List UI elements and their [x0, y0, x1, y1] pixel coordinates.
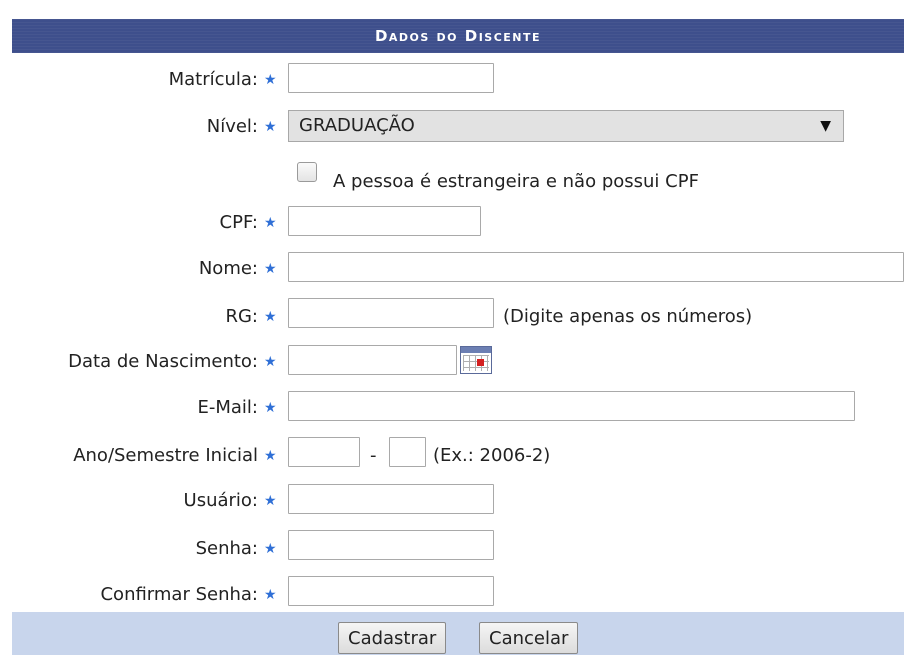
senha-input[interactable] [288, 530, 494, 560]
required-star-icon: ★ [264, 587, 277, 603]
required-star-icon: ★ [264, 261, 277, 277]
nivel-label: Nível: [206, 116, 258, 137]
semestre-input[interactable] [389, 437, 426, 467]
rg-label: RG: [225, 306, 258, 327]
required-star-icon: ★ [264, 215, 277, 231]
nivel-select[interactable]: GRADUAÇÃO ▼ [288, 110, 844, 142]
cadastrar-button[interactable]: Cadastrar [338, 622, 447, 654]
nome-input[interactable] [288, 252, 904, 282]
email-input[interactable] [288, 391, 855, 421]
calendar-icon[interactable] [460, 346, 492, 374]
estrangeiro-checkbox[interactable] [297, 162, 317, 182]
chevron-down-icon: ▼ [820, 118, 831, 134]
matricula-input[interactable] [288, 63, 494, 93]
usuario-input[interactable] [288, 484, 494, 514]
usuario-label: Usuário: [183, 490, 258, 511]
required-star-icon: ★ [264, 493, 277, 509]
rg-hint: (Digite apenas os números) [503, 306, 753, 327]
required-star-icon: ★ [264, 309, 277, 325]
cancelar-button[interactable]: Cancelar [479, 622, 579, 654]
cpf-input[interactable] [288, 206, 481, 236]
confirmar-senha-label: Confirmar Senha: [100, 584, 258, 605]
required-star-icon: ★ [264, 541, 277, 557]
senha-label: Senha: [195, 538, 258, 559]
nascimento-input[interactable] [288, 345, 457, 375]
form-footer [12, 612, 904, 655]
required-star-icon: ★ [264, 354, 277, 370]
required-star-icon: ★ [264, 448, 277, 464]
nivel-selected-value: GRADUAÇÃO [299, 115, 415, 136]
rg-input[interactable] [288, 298, 494, 328]
nascimento-label: Data de Nascimento: [68, 351, 258, 372]
required-star-icon: ★ [264, 72, 277, 88]
cpf-label: CPF: [219, 212, 258, 233]
ano-hint: (Ex.: 2006-2) [433, 445, 551, 466]
ano-separator: - [370, 445, 377, 466]
email-label: E-Mail: [197, 397, 259, 418]
matricula-label: Matrícula: [168, 69, 258, 90]
estrangeiro-label: A pessoa é estrangeira e não possui CPF [333, 171, 699, 192]
nome-label: Nome: [198, 258, 258, 279]
ano-input[interactable] [288, 437, 360, 467]
form-title: Dados do Discente [12, 19, 904, 53]
required-star-icon: ★ [264, 119, 277, 135]
required-star-icon: ★ [264, 400, 277, 416]
confirmar-senha-input[interactable] [288, 576, 494, 606]
ano-semestre-label: Ano/Semestre Inicial [73, 445, 258, 466]
